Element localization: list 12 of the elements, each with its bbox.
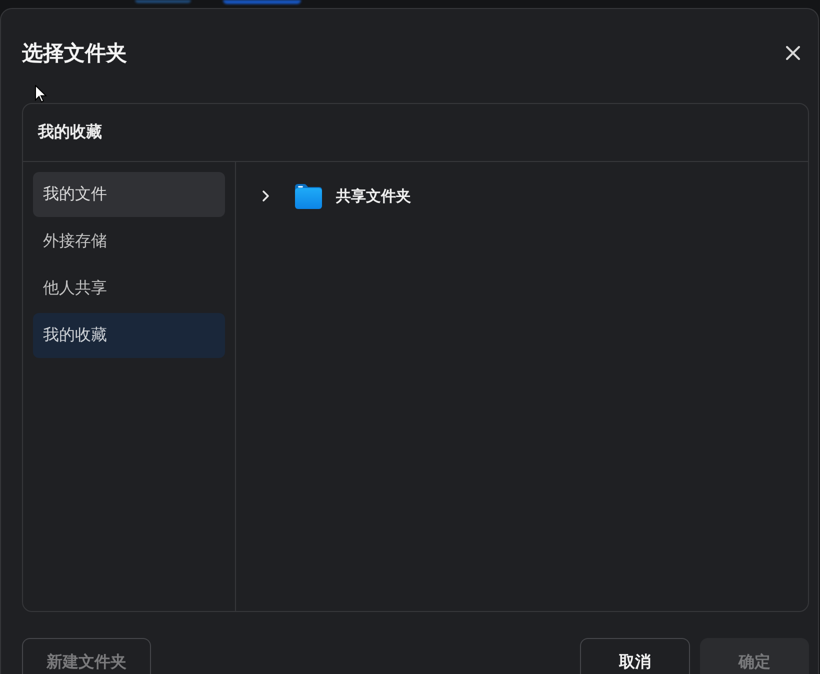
sidebar-item[interactable]: 他人共享 xyxy=(33,266,225,311)
folder-name[interactable]: 共享文件夹 xyxy=(336,186,411,206)
panel-heading: 我的收藏 xyxy=(38,122,102,143)
sidebar-item[interactable]: 我的文件 xyxy=(33,172,225,217)
chevron-icon[interactable] xyxy=(262,190,270,202)
sidebar-item[interactable]: 我的收藏 xyxy=(33,313,225,358)
sidebar-item[interactable]: 外接存储 xyxy=(33,219,225,264)
dialog-title: 选择文件夹 xyxy=(22,40,127,67)
close-icon xyxy=(786,46,800,60)
folder-icon xyxy=(295,184,322,208)
mouse-pointer-icon xyxy=(35,85,47,103)
cancel-button[interactable]: 取消 xyxy=(580,638,690,674)
